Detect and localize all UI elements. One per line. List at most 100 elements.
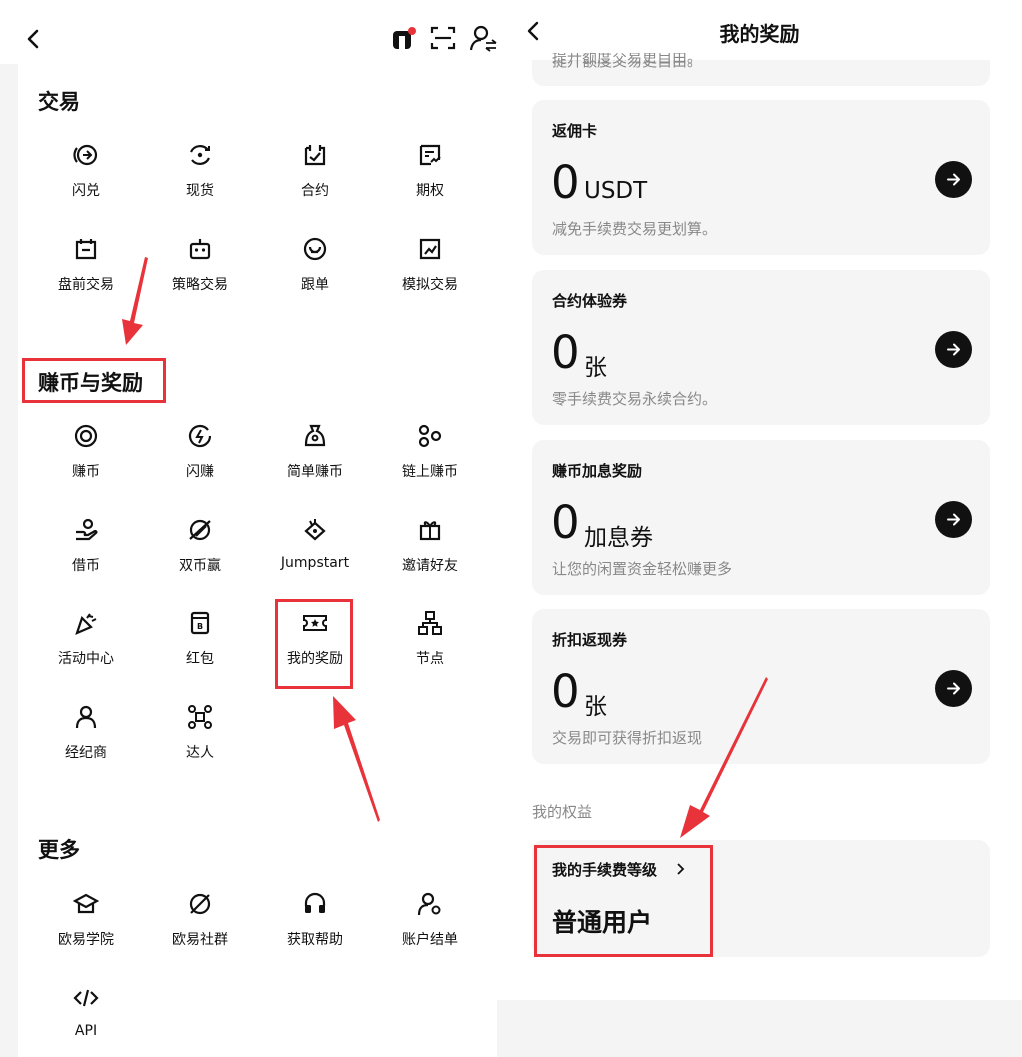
account-statement-icon	[417, 892, 441, 916]
menu-item-label: 获取帮助	[287, 932, 343, 948]
menu-item-futures[interactable]: 合约	[260, 142, 370, 200]
menu-item-label: 模拟交易	[402, 277, 458, 293]
card-arrow-button[interactable]	[935, 670, 972, 707]
menu-item-dual-invest[interactable]: 双币赢	[145, 517, 255, 575]
card-title: 折扣返现券	[552, 631, 628, 649]
menu-item-label: 闪兑	[72, 183, 100, 199]
card-title: 合约体验券	[552, 292, 628, 310]
right-panel: 我的奖励 提升额度交易更自由。 我的奖励 提升额度交易更自由。 返佣卡 0 US…	[497, 0, 1022, 1057]
earn-coin-icon	[74, 424, 98, 448]
menu-item-influencer[interactable]: 达人	[145, 704, 255, 762]
menu-item-spot[interactable]: 现货	[145, 142, 255, 200]
scan-icon[interactable]	[430, 25, 456, 51]
strategy-bot-icon	[189, 239, 211, 260]
account-switch-icon[interactable]	[470, 24, 497, 52]
card-arrow-button[interactable]	[935, 501, 972, 538]
menu-item-earn[interactable]: 赚币	[31, 423, 141, 481]
onchain-earn-icon	[418, 424, 442, 448]
menu-item-node[interactable]: 节点	[375, 610, 485, 668]
menu-item-label: 双币赢	[179, 558, 221, 574]
card-unit: 张	[584, 694, 607, 720]
menu-item-community[interactable]: 欧易社群	[145, 891, 255, 949]
card-arrow-button[interactable]	[935, 161, 972, 198]
menu-item-label: 红包	[186, 651, 214, 667]
reward-card-rebate[interactable]: 返佣卡 0 USDT 减免手续费交易更划算。	[532, 100, 990, 255]
jumpstart-icon	[304, 519, 326, 541]
menu-item-flash-swap[interactable]: 闪兑	[31, 142, 141, 200]
menu-item-label: 赚币	[72, 464, 100, 480]
flash-swap-icon	[73, 144, 98, 166]
loan-icon	[76, 518, 98, 541]
bottom-area	[497, 1000, 1022, 1057]
menu-item-label: 简单赚币	[287, 464, 343, 480]
card-arrow-button[interactable]	[935, 331, 972, 368]
menu-item-label: 达人	[186, 745, 214, 761]
dual-invest-icon	[189, 519, 211, 541]
menu-item-options[interactable]: 期权	[375, 142, 485, 200]
top-bar	[0, 0, 497, 64]
menu-item-api[interactable]: API	[31, 985, 141, 1039]
menu-item-label: 合约	[301, 183, 329, 199]
menu-item-label: 欧易学院	[58, 932, 114, 948]
academy-icon	[73, 893, 99, 914]
section-title-trade: 交易	[38, 90, 80, 114]
menu-item-strategy[interactable]: 策略交易	[145, 236, 255, 294]
menu-item-jumpstart[interactable]: Jumpstart	[260, 517, 370, 571]
options-icon	[419, 144, 441, 166]
broker-person-icon	[75, 705, 97, 729]
card-title: 赚币加息奖励	[552, 462, 643, 480]
card-value: 0	[551, 665, 580, 718]
arrow-right-icon	[947, 682, 960, 695]
menu-item-simple-earn[interactable]: 简单赚币	[260, 423, 370, 481]
back-icon[interactable]	[26, 29, 40, 49]
menu-item-label: 邀请好友	[402, 558, 458, 574]
card-unit: 张	[584, 355, 607, 381]
menu-item-activity-center[interactable]: 活动中心	[31, 610, 141, 668]
menu-item-label: API	[74, 1023, 98, 1039]
menu-item-academy[interactable]: 欧易学院	[31, 891, 141, 949]
menu-item-label: 闪赚	[186, 464, 214, 480]
section-title-more: 更多	[38, 838, 80, 862]
menu-item-copy-trading[interactable]: 跟单	[260, 236, 370, 294]
menu-item-get-help[interactable]: 获取帮助	[260, 891, 370, 949]
menu-item-label: 欧易社群	[172, 932, 228, 948]
flash-earn-icon	[188, 424, 212, 448]
menu-item-invite-friends[interactable]: 邀请好友	[375, 517, 485, 575]
futures-icon	[304, 145, 326, 166]
menu-item-label: 经纪商	[65, 745, 107, 761]
annotation-box-earn-title	[22, 358, 166, 403]
reward-card-futures-trial[interactable]: 合约体验券 0 张 零手续费交易永续合约。	[532, 270, 990, 425]
benefits-section-label: 我的权益	[532, 803, 593, 821]
menu-item-onchain-earn[interactable]: 链上赚币	[375, 423, 485, 481]
simple-earn-icon	[304, 424, 326, 447]
card-value: 0	[551, 326, 580, 379]
reward-card-interest-boost[interactable]: 赚币加息奖励 0 加息券 让您的闲置资金轻松赚更多	[532, 440, 990, 595]
menu-item-label: 盘前交易	[58, 277, 114, 293]
card-title: 返佣卡	[552, 122, 598, 140]
menu-item-pre-market[interactable]: 盘前交易	[31, 236, 141, 294]
notification-icon[interactable]	[390, 25, 418, 53]
arrow-right-icon	[947, 173, 960, 186]
menu-item-red-packet[interactable]: B 红包	[145, 610, 255, 668]
copy-trading-icon	[303, 237, 327, 261]
menu-item-demo-trading[interactable]: 模拟交易	[375, 236, 485, 294]
svg-text:B: B	[197, 622, 203, 631]
red-packet-icon: B	[190, 611, 210, 635]
gift-icon	[419, 521, 441, 541]
arrow-right-icon	[947, 513, 960, 526]
card-unit: USDT	[584, 178, 648, 204]
menu-item-label: 借币	[72, 558, 100, 574]
menu-item-loan[interactable]: 借币	[31, 517, 141, 575]
menu-item-flash-earn[interactable]: 闪赚	[145, 423, 255, 481]
reward-card-cashback[interactable]: 折扣返现券 0 张 交易即可获得折扣返现	[532, 609, 990, 764]
menu-item-label: Jumpstart	[280, 555, 350, 571]
card-description: 交易即可获得折扣返现	[552, 729, 703, 747]
card-value: 0	[551, 156, 580, 209]
code-icon	[73, 989, 99, 1007]
card-value: 0	[551, 496, 580, 549]
menu-item-label: 策略交易	[172, 277, 228, 293]
card-unit: 加息券	[584, 525, 653, 551]
menu-item-broker[interactable]: 经纪商	[31, 704, 141, 762]
pre-market-icon	[75, 239, 97, 260]
menu-item-account-statement[interactable]: 账户结单	[375, 891, 485, 949]
